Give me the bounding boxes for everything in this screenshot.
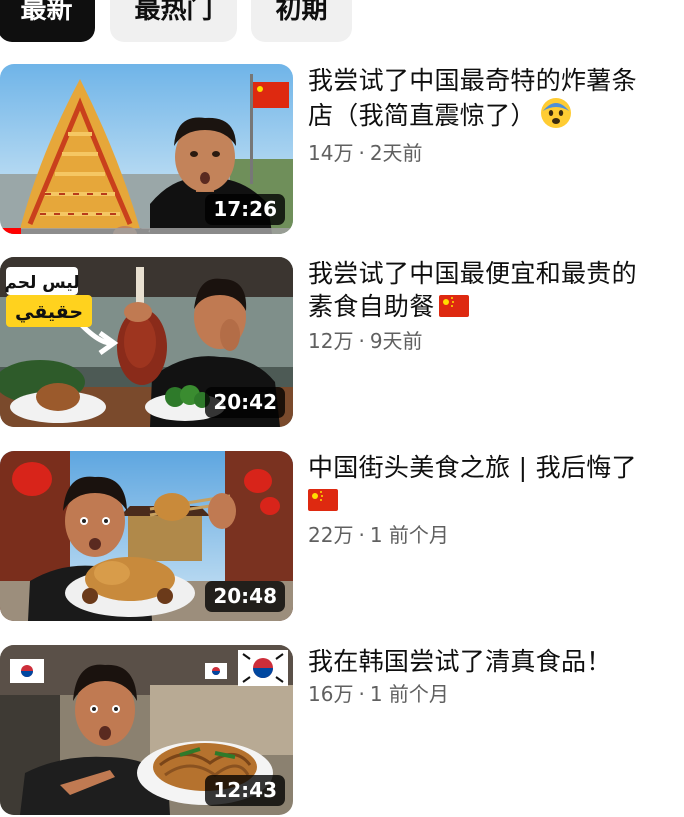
video-item[interactable]: 17:26 我尝试了中国最奇特的炸薯条店（我简直震惊了） 14万 · 2天前 bbox=[0, 64, 684, 236]
china-flag-emoji-icon bbox=[438, 292, 469, 325]
video-item[interactable]: 12:43 我在韩国尝试了清真食品！ 16万 · 1 前个月 bbox=[0, 645, 684, 817]
video-thumbnail[interactable]: 20:48 bbox=[0, 451, 293, 621]
video-title[interactable]: 我尝试了中国最便宜和最贵的素食自助餐 bbox=[308, 257, 658, 325]
video-duration: 20:42 bbox=[205, 387, 285, 418]
view-count: 12万 bbox=[308, 328, 354, 353]
video-meta: 14万 · 2天前 bbox=[308, 140, 658, 166]
video-item[interactable]: 20:48 中国街头美食之旅 | 我后悔了 22万 · 1 前个月 bbox=[0, 451, 684, 623]
svg-text:حقيقي: حقيقي bbox=[15, 301, 83, 323]
video-info[interactable]: 中国街头美食之旅 | 我后悔了 22万 · 1 前个月 bbox=[308, 451, 658, 548]
video-meta: 22万 · 1 前个月 bbox=[308, 522, 658, 548]
watch-progress-fill bbox=[0, 228, 21, 234]
video-title[interactable]: 我在韩国尝试了清真食品！ bbox=[308, 645, 658, 678]
svg-text:ليس لحم: ليس لحم bbox=[4, 273, 79, 293]
china-flag-emoji-icon bbox=[308, 486, 338, 519]
meta-separator: · bbox=[358, 682, 365, 706]
upload-age: 1 前个月 bbox=[369, 682, 449, 706]
watch-progress-bar bbox=[0, 228, 293, 234]
upload-age: 9天前 bbox=[369, 328, 423, 353]
meta-separator: · bbox=[358, 141, 365, 165]
filter-chip-bar: 最新 最热门 初期 bbox=[0, 0, 684, 42]
video-title[interactable]: 中国街头美食之旅 | 我后悔了 bbox=[308, 451, 658, 519]
video-duration: 12:43 bbox=[205, 775, 285, 806]
video-title-text: 我尝试了中国最便宜和最贵的素食自助餐 bbox=[308, 259, 637, 321]
meta-separator: · bbox=[358, 328, 365, 353]
video-title[interactable]: 我尝试了中国最奇特的炸薯条店（我简直震惊了） bbox=[308, 64, 658, 137]
video-title-text: 我在韩国尝试了清真食品！ bbox=[308, 647, 612, 676]
chip-latest[interactable]: 最新 bbox=[0, 0, 95, 42]
chip-popular[interactable]: 最热门 bbox=[110, 0, 237, 42]
view-count: 22万 bbox=[308, 522, 354, 547]
video-duration: 20:48 bbox=[205, 581, 285, 612]
view-count: 14万 bbox=[308, 141, 354, 165]
upload-age: 2天前 bbox=[369, 141, 423, 165]
video-item[interactable]: ليس لحم حقيقي 20:42 我尝试了中国最便宜和最贵的素食自助餐 1… bbox=[0, 257, 684, 429]
video-info[interactable]: 我在韩国尝试了清真食品！ 16万 · 1 前个月 bbox=[308, 645, 658, 707]
chip-oldest[interactable]: 初期 bbox=[251, 0, 352, 42]
video-title-text: 我尝试了中国最奇特的炸薯条店（我简直震惊了） bbox=[308, 66, 637, 130]
meta-separator: · bbox=[358, 522, 365, 547]
video-duration: 17:26 bbox=[205, 194, 285, 225]
video-info[interactable]: 我尝试了中国最奇特的炸薯条店（我简直震惊了） 14万 · 2天前 bbox=[308, 64, 658, 166]
video-thumbnail[interactable]: ليس لحم حقيقي 20:42 bbox=[0, 257, 293, 427]
video-meta: 12万 · 9天前 bbox=[308, 328, 658, 354]
fearful-face-emoji-icon bbox=[540, 97, 572, 137]
video-thumbnail[interactable]: 17:26 bbox=[0, 64, 293, 234]
video-title-text: 中国街头美食之旅 | 我后悔了 bbox=[308, 453, 637, 482]
view-count: 16万 bbox=[308, 682, 354, 706]
video-info[interactable]: 我尝试了中国最便宜和最贵的素食自助餐 12万 · 9天前 bbox=[308, 257, 658, 354]
video-meta: 16万 · 1 前个月 bbox=[308, 681, 658, 707]
upload-age: 1 前个月 bbox=[369, 522, 449, 547]
video-thumbnail[interactable]: 12:43 bbox=[0, 645, 293, 815]
